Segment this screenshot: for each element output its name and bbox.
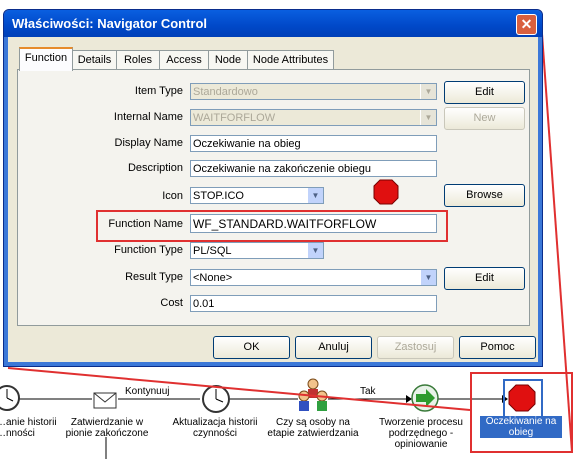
result-type-select[interactable]: <None> ▼ [190,269,437,286]
item-type-label: Item Type [134,85,183,97]
tab-access[interactable]: Access [159,50,209,69]
chevron-down-icon[interactable]: ▼ [420,84,436,99]
result-type-value: <None> [193,272,233,284]
tab-node-attributes[interactable]: Node Attributes [247,50,334,69]
internal-name-select[interactable]: WAITFORFLOW ▼ [190,109,437,126]
display-name-field[interactable]: Oczekiwanie na obieg [190,135,437,152]
properties-dialog: Właściwości: Navigator Control ✕ Functio… [3,9,543,367]
help-button[interactable]: Pomoc [459,336,536,359]
tab-node[interactable]: Node [208,50,248,69]
edit-result-type-button[interactable]: Edit [444,267,525,290]
tab-details[interactable]: Details [72,50,117,69]
tab-function[interactable]: Function [19,47,73,71]
function-type-select[interactable]: PL/SQL ▼ [190,242,324,259]
chevron-down-icon[interactable]: ▼ [420,110,436,125]
cost-label: Cost [160,297,183,309]
chevron-down-icon[interactable]: ▼ [307,243,323,258]
item-type-value: Standardowo [193,86,258,98]
icon-select[interactable]: STOP.ICO ▼ [190,187,324,204]
dialog-title: Właściwości: Navigator Control [12,16,208,31]
function-type-value: PL/SQL [193,245,232,257]
description-label: Description [127,162,183,174]
chevron-down-icon[interactable]: ▼ [420,270,436,285]
stop-sign-icon [373,179,399,205]
function-type-label: Function Type [114,244,183,256]
ok-button[interactable]: OK [213,336,290,359]
cost-field[interactable]: 0.01 [190,295,437,312]
function-name-label: Function Name [108,218,183,230]
dialog-client: Function Details Roles Access Node Node … [8,37,538,362]
tab-roles[interactable]: Roles [116,50,160,69]
display-name-label: Display Name [114,137,183,149]
function-name-field[interactable]: WF_STANDARD.WAITFORFLOW [190,214,437,233]
title-bar[interactable]: Właściwości: Navigator Control ✕ [4,10,542,37]
description-field[interactable]: Oczekiwanie na zakończenie obiegu [190,160,437,177]
internal-name-value: WAITFORFLOW [193,112,276,124]
cancel-button[interactable]: Anuluj [295,336,372,359]
close-button[interactable]: ✕ [516,14,537,35]
result-type-label: Result Type [125,271,183,283]
new-button[interactable]: New [444,107,525,130]
browse-button[interactable]: Browse [444,184,525,207]
internal-name-label: Internal Name [113,111,183,123]
edit-item-type-button[interactable]: Edit [444,81,525,104]
chevron-down-icon[interactable]: ▼ [307,188,323,203]
function-panel: Item Type Standardowo ▼ Edit Internal Na… [17,69,530,326]
item-type-select[interactable]: Standardowo ▼ [190,83,437,100]
apply-button[interactable]: Zastosuj [377,336,454,359]
icon-value: STOP.ICO [193,190,244,202]
icon-label: Icon [162,190,183,202]
